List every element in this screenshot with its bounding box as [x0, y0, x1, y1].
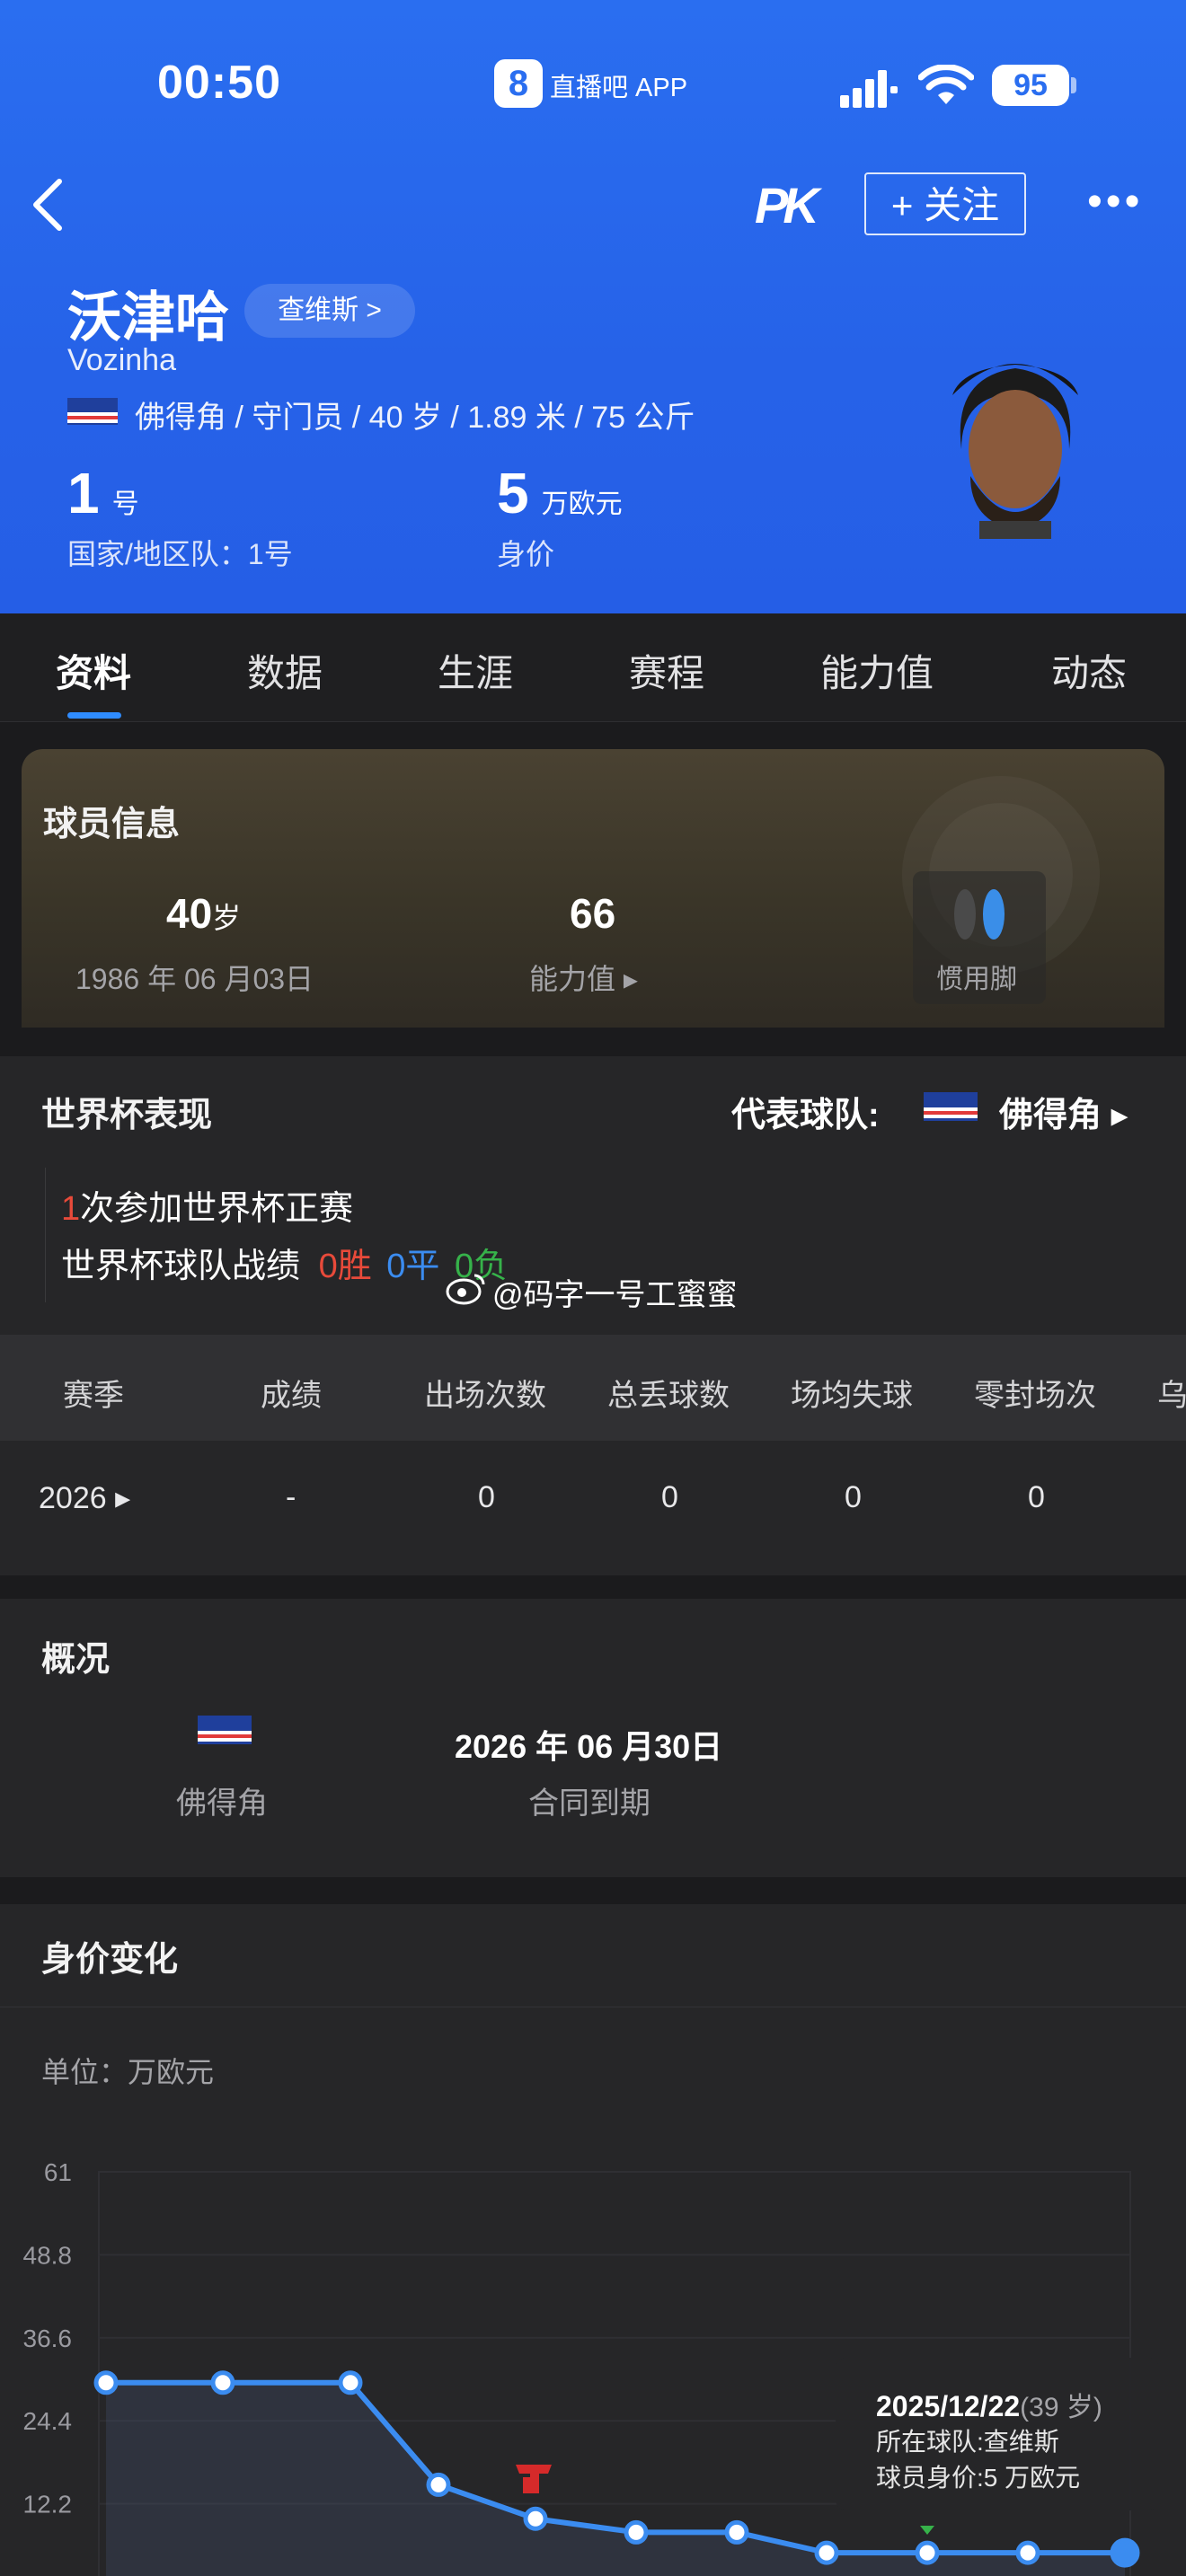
cell-season[interactable]: 2026 ▸ — [39, 1480, 130, 1516]
y-tick-label: 12.2 — [23, 2491, 73, 2519]
chart-data-point[interactable] — [724, 2519, 749, 2545]
apps-count: 1 — [61, 1190, 81, 1228]
unit-label: 单位：万欧元 — [41, 2056, 215, 2088]
club-link-button[interactable]: 查维斯 > — [244, 284, 415, 338]
club-logo-marker-icon — [516, 2465, 552, 2493]
wifi-icon — [918, 65, 974, 104]
col-goals-conceded: 总丢球数 — [607, 1379, 730, 1413]
contract-date: 2026 年 06 月30日 — [455, 1728, 723, 1765]
rating-link[interactable]: 能力值 ▸ — [529, 957, 638, 998]
player-avatar — [952, 364, 1078, 539]
market-value-number: 5 — [497, 461, 529, 525]
col-clean-sheets: 零封场次 — [974, 1379, 1096, 1413]
market-value-label: 身价 — [497, 538, 555, 570]
foot-icon — [954, 889, 1005, 940]
market-value-unit: 万欧元 — [541, 490, 623, 519]
tab-ability[interactable]: 能力值 — [820, 643, 934, 698]
tooltip-age: (39 岁) — [1020, 2393, 1102, 2422]
tooltip-date-value: 2025/12/22 — [876, 2390, 1021, 2422]
status-time: 00:50 — [157, 57, 281, 109]
country-name: 佛得角 — [176, 1786, 268, 1821]
cell-result: - — [286, 1480, 296, 1514]
cell-appearances: 0 — [478, 1480, 495, 1514]
tooltip-club: 所在球队:查维斯 — [876, 2428, 1059, 2456]
pk-compare-button[interactable]: PK — [755, 176, 819, 234]
profile-tabs — [0, 613, 1186, 722]
birthday: 1986 年 06 月03日 — [75, 963, 314, 995]
tab-news[interactable]: 动态 — [1051, 643, 1127, 698]
col-season: 赛季 — [63, 1379, 124, 1413]
age-unit: 岁 — [212, 902, 242, 934]
y-tick-label: 24.4 — [23, 2407, 73, 2435]
market-value: 5 万欧元 — [497, 460, 623, 526]
transfer-marker-icon — [920, 2526, 934, 2535]
overview-title: 概况 — [41, 1641, 111, 1679]
chart-data-point[interactable] — [338, 2370, 363, 2395]
player-english-name: Vozinha — [67, 343, 176, 377]
battery-tip — [1071, 77, 1076, 93]
y-tick-label: 61 — [44, 2158, 72, 2186]
rating-value: 66 — [570, 890, 616, 937]
tab-career[interactable]: 生涯 — [438, 643, 513, 698]
info-card-title: 球员信息 — [43, 806, 181, 843]
tab-stats[interactable]: 数据 — [247, 643, 323, 698]
record-label: 世界杯球队战绩 — [61, 1248, 301, 1285]
rep-team-flag-icon — [924, 1092, 978, 1121]
chart-data-point[interactable] — [523, 2506, 548, 2531]
apps-line: 1次参加世界杯正赛 — [61, 1180, 353, 1230]
y-tick-label: 36.6 — [23, 2325, 73, 2352]
cell-goals-conceded: 0 — [661, 1480, 678, 1514]
chart-data-point[interactable] — [915, 2540, 940, 2565]
record-line: 世界杯球队战绩 0胜 0平 0负 — [61, 1238, 508, 1287]
rep-team-link[interactable]: 佛得角 ▸ — [999, 1087, 1128, 1136]
foot-label: 惯用脚 — [936, 965, 1017, 994]
record-wins: 0胜 — [318, 1248, 372, 1285]
cape-verde-flag-icon — [67, 398, 118, 425]
app-name: 直播吧 APP — [550, 74, 688, 102]
record-draws: 0平 — [386, 1248, 440, 1285]
back-arrow-icon[interactable] — [27, 176, 72, 234]
chart-data-point[interactable] — [624, 2519, 649, 2545]
age-number: 40 — [166, 890, 213, 937]
battery-indicator: 95 — [992, 65, 1069, 106]
tooltip-value: 球员身价:5 万欧元 — [876, 2464, 1081, 2492]
national-number: 国家/地区队：1号 — [67, 538, 293, 570]
market-value-title: 身价变化 — [41, 1941, 179, 1979]
player-name: 沃津哈 — [67, 287, 229, 348]
app-logo-icon: 8 — [494, 59, 543, 108]
player-meta: 佛得角 / 守门员 / 40 岁 / 1.89 米 / 75 公斤 — [135, 401, 695, 435]
active-tab-indicator — [67, 712, 121, 719]
apps-text: 次参加世界杯正赛 — [80, 1190, 354, 1228]
watermark-text: @码字一号工蜜蜜 — [492, 1278, 738, 1312]
chart-data-point[interactable] — [93, 2370, 119, 2395]
cell-avg-conceded: 0 — [845, 1480, 862, 1514]
world-cup-title: 世界杯表现 — [41, 1097, 213, 1134]
country-flag-icon — [198, 1716, 252, 1744]
chart-data-point[interactable] — [1110, 2537, 1140, 2568]
contract-label: 合同到期 — [528, 1786, 651, 1821]
table-row[interactable] — [0, 1441, 1186, 1575]
chart-data-point[interactable] — [1015, 2540, 1040, 2565]
col-result: 成绩 — [261, 1379, 322, 1413]
cellular-signal-icon — [840, 70, 898, 108]
col-avg-conceded: 场均失球 — [791, 1379, 913, 1413]
rep-team-label: 代表球队: — [731, 1097, 880, 1134]
col-more: 乌 — [1157, 1379, 1186, 1413]
cell-clean-sheets: 0 — [1028, 1480, 1045, 1514]
age-value: 40岁 — [166, 889, 241, 938]
shirt-number-unit: 号 — [111, 490, 139, 519]
more-menu-icon[interactable]: ••• — [1087, 181, 1146, 224]
col-appearances: 出场次数 — [424, 1379, 546, 1413]
weibo-watermark-icon — [446, 1274, 485, 1305]
y-tick-label: 48.8 — [23, 2241, 73, 2269]
tab-profile[interactable]: 资料 — [56, 643, 131, 698]
follow-button[interactable]: + 关注 — [864, 172, 1026, 235]
tooltip-date: 2025/12/22(39 岁) — [876, 2385, 1102, 2424]
chart-data-point[interactable] — [426, 2472, 451, 2497]
chart-data-point[interactable] — [814, 2540, 839, 2565]
chart-data-point[interactable] — [210, 2370, 235, 2395]
shirt-number: 1号 — [67, 460, 139, 526]
tab-schedule[interactable]: 赛程 — [629, 643, 704, 698]
shirt-number-value: 1 — [67, 461, 100, 525]
